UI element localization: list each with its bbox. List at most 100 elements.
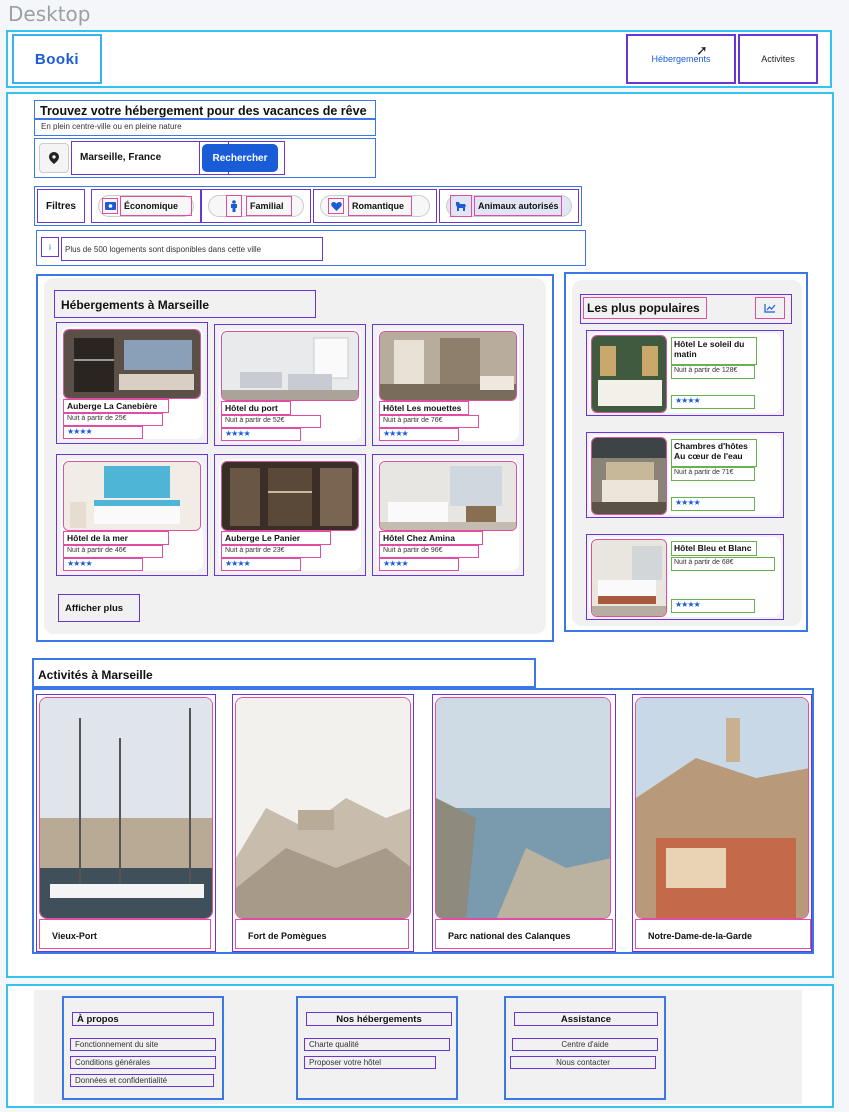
activity-image bbox=[235, 697, 411, 919]
show-more-button[interactable]: Afficher plus bbox=[58, 594, 140, 622]
card-price: Nuit à partir de 71€ bbox=[671, 467, 755, 481]
filters-bar: Filtres Économique Familial Romantique A… bbox=[34, 186, 582, 226]
dog-icon bbox=[450, 195, 472, 217]
card-image bbox=[63, 461, 201, 531]
filter-economique[interactable]: Économique bbox=[91, 189, 201, 223]
filter-romantique[interactable]: Romantique bbox=[313, 189, 437, 223]
search-button[interactable]: Rechercher bbox=[202, 144, 278, 172]
activities-section: Vieux-Port Fort de Pomègues Parc nationa… bbox=[32, 688, 814, 954]
hebergement-card[interactable]: Hôtel du port Nuit à partir de 52€ ★★★★ bbox=[214, 324, 366, 446]
footer-link[interactable]: Charte qualité bbox=[304, 1038, 450, 1051]
card-name: Hôtel Les mouettes bbox=[379, 401, 469, 415]
money-icon bbox=[102, 198, 118, 214]
star-rating: ★★★★ bbox=[221, 428, 301, 441]
card-name: Hôtel Bleu et Blanc bbox=[671, 541, 757, 556]
activity-image bbox=[635, 697, 809, 919]
hero-title: Trouvez votre hébergement pour des vacan… bbox=[34, 100, 376, 120]
card-image bbox=[379, 461, 517, 531]
footer-link[interactable]: Fonctionnement du site bbox=[70, 1038, 216, 1051]
mouse-cursor-icon: ➚ bbox=[696, 42, 708, 58]
search-button-wrapper: Rechercher bbox=[199, 141, 285, 175]
heart-icon bbox=[328, 198, 344, 214]
info-icon: i bbox=[41, 237, 59, 257]
card-name: Auberge Le Panier bbox=[221, 531, 331, 545]
trending-chart-icon bbox=[755, 297, 785, 319]
activity-image bbox=[435, 697, 611, 919]
location-pin-icon bbox=[39, 143, 69, 173]
nav-hebergements[interactable]: Hébergements bbox=[626, 34, 736, 84]
card-name: Hôtel de la mer bbox=[63, 531, 169, 545]
popular-header: Les plus populaires bbox=[580, 294, 792, 324]
popular-card[interactable]: Chambres d'hôtes Au cœur de l'eau Nuit à… bbox=[586, 432, 784, 518]
footer-link[interactable]: Nous contacter bbox=[510, 1056, 656, 1069]
activity-card[interactable]: Vieux-Port bbox=[36, 694, 216, 952]
footer-column-assistance: Assistance Centre d'aide Nous contacter bbox=[504, 996, 666, 1100]
info-text: Plus de 500 logements sont disponibles d… bbox=[61, 237, 323, 261]
filter-familial[interactable]: Familial bbox=[201, 189, 311, 223]
hebergement-card[interactable]: Auberge Le Panier Nuit à partir de 23€ ★… bbox=[214, 454, 366, 576]
card-name: Hôtel Le soleil du matin bbox=[671, 337, 757, 365]
star-rating: ★★★★ bbox=[671, 497, 755, 511]
filter-animaux-label: Animaux autorisés bbox=[474, 196, 562, 216]
card-image bbox=[221, 461, 359, 531]
card-image bbox=[591, 437, 667, 515]
footer-link[interactable]: Proposer votre hôtel bbox=[304, 1056, 436, 1069]
activity-card[interactable]: Notre-Dame-de-la-Garde bbox=[632, 694, 812, 952]
footer-link[interactable]: Centre d'aide bbox=[512, 1038, 658, 1051]
popular-title: Les plus populaires bbox=[583, 297, 707, 319]
filter-animaux[interactable]: Animaux autorisés bbox=[439, 189, 579, 223]
activity-label: Notre-Dame-de-la-Garde bbox=[635, 919, 811, 949]
activities-title: Activités à Marseille bbox=[32, 658, 536, 688]
star-rating: ★★★★ bbox=[63, 558, 143, 571]
filter-familial-label: Familial bbox=[246, 196, 292, 216]
filter-economique-label: Économique bbox=[120, 196, 192, 216]
card-image bbox=[379, 331, 517, 401]
card-price: Nuit à partir de 96€ bbox=[379, 545, 479, 558]
card-price: Nuit à partir de 76€ bbox=[379, 415, 479, 428]
hebergements-section: Hébergements à Marseille Auberge La Cane… bbox=[36, 274, 554, 642]
star-rating: ★★★★ bbox=[671, 395, 755, 409]
footer-column-title: Assistance bbox=[514, 1012, 658, 1026]
card-name: Hôtel Chez Amina bbox=[379, 531, 483, 545]
hebergement-card[interactable]: Auberge La Canebière Nuit à partir de 25… bbox=[56, 322, 208, 444]
star-rating: ★★★★ bbox=[221, 558, 301, 571]
hero-subtitle: En plein centre-ville ou en pleine natur… bbox=[34, 118, 376, 136]
card-price: Nuit à partir de 25€ bbox=[63, 413, 163, 426]
footer: À propos Fonctionnement du site Conditio… bbox=[6, 984, 834, 1108]
activity-card[interactable]: Fort de Pomègues bbox=[232, 694, 414, 952]
nav-activites[interactable]: Activites bbox=[738, 34, 818, 84]
star-rating: ★★★★ bbox=[63, 426, 143, 439]
footer-link[interactable]: Conditions générales bbox=[70, 1056, 216, 1069]
card-price: Nuit à partir de 46€ bbox=[63, 545, 163, 558]
card-image bbox=[591, 335, 667, 413]
info-banner: i Plus de 500 logements sont disponibles… bbox=[36, 230, 586, 266]
footer-column-hebergements: Nos hébergements Charte qualité Proposer… bbox=[296, 996, 458, 1100]
frame-label: Desktop bbox=[8, 2, 91, 26]
filter-romantique-label: Romantique bbox=[348, 196, 412, 216]
card-price: Nuit à partir de 23€ bbox=[221, 545, 321, 558]
card-image bbox=[221, 331, 359, 401]
hebergements-title: Hébergements à Marseille bbox=[54, 290, 316, 318]
filters-label: Filtres bbox=[37, 189, 85, 223]
card-price: Nuit à partir de 128€ bbox=[671, 365, 755, 379]
card-name: Chambres d'hôtes Au cœur de l'eau bbox=[671, 439, 757, 467]
popular-card[interactable]: Hôtel Bleu et Blanc Nuit à partir de 68€… bbox=[586, 534, 784, 620]
activity-image bbox=[39, 697, 213, 919]
hebergement-card[interactable]: Hôtel Les mouettes Nuit à partir de 76€ … bbox=[372, 324, 524, 446]
activity-label: Vieux-Port bbox=[39, 919, 211, 949]
card-image bbox=[591, 539, 667, 617]
hebergement-card[interactable]: Hôtel de la mer Nuit à partir de 46€ ★★★… bbox=[56, 454, 208, 576]
logo: Booki bbox=[34, 50, 80, 68]
header: Booki Hébergements Activites bbox=[6, 30, 832, 88]
hebergement-card[interactable]: Hôtel Chez Amina Nuit à partir de 96€ ★★… bbox=[372, 454, 524, 576]
footer-column-apropos: À propos Fonctionnement du site Conditio… bbox=[62, 996, 224, 1100]
logo-link[interactable]: Booki bbox=[12, 34, 102, 84]
footer-column-title: Nos hébergements bbox=[306, 1012, 452, 1026]
star-rating: ★★★★ bbox=[379, 558, 459, 571]
card-image bbox=[63, 329, 201, 399]
popular-card[interactable]: Hôtel Le soleil du matin Nuit à partir d… bbox=[586, 330, 784, 416]
footer-link[interactable]: Données et confidentialité bbox=[70, 1074, 214, 1087]
card-price: Nuit à partir de 68€ bbox=[671, 557, 775, 571]
search-bar: Marseille, France Rechercher bbox=[34, 138, 376, 178]
activity-card[interactable]: Parc national des Calanques bbox=[432, 694, 616, 952]
